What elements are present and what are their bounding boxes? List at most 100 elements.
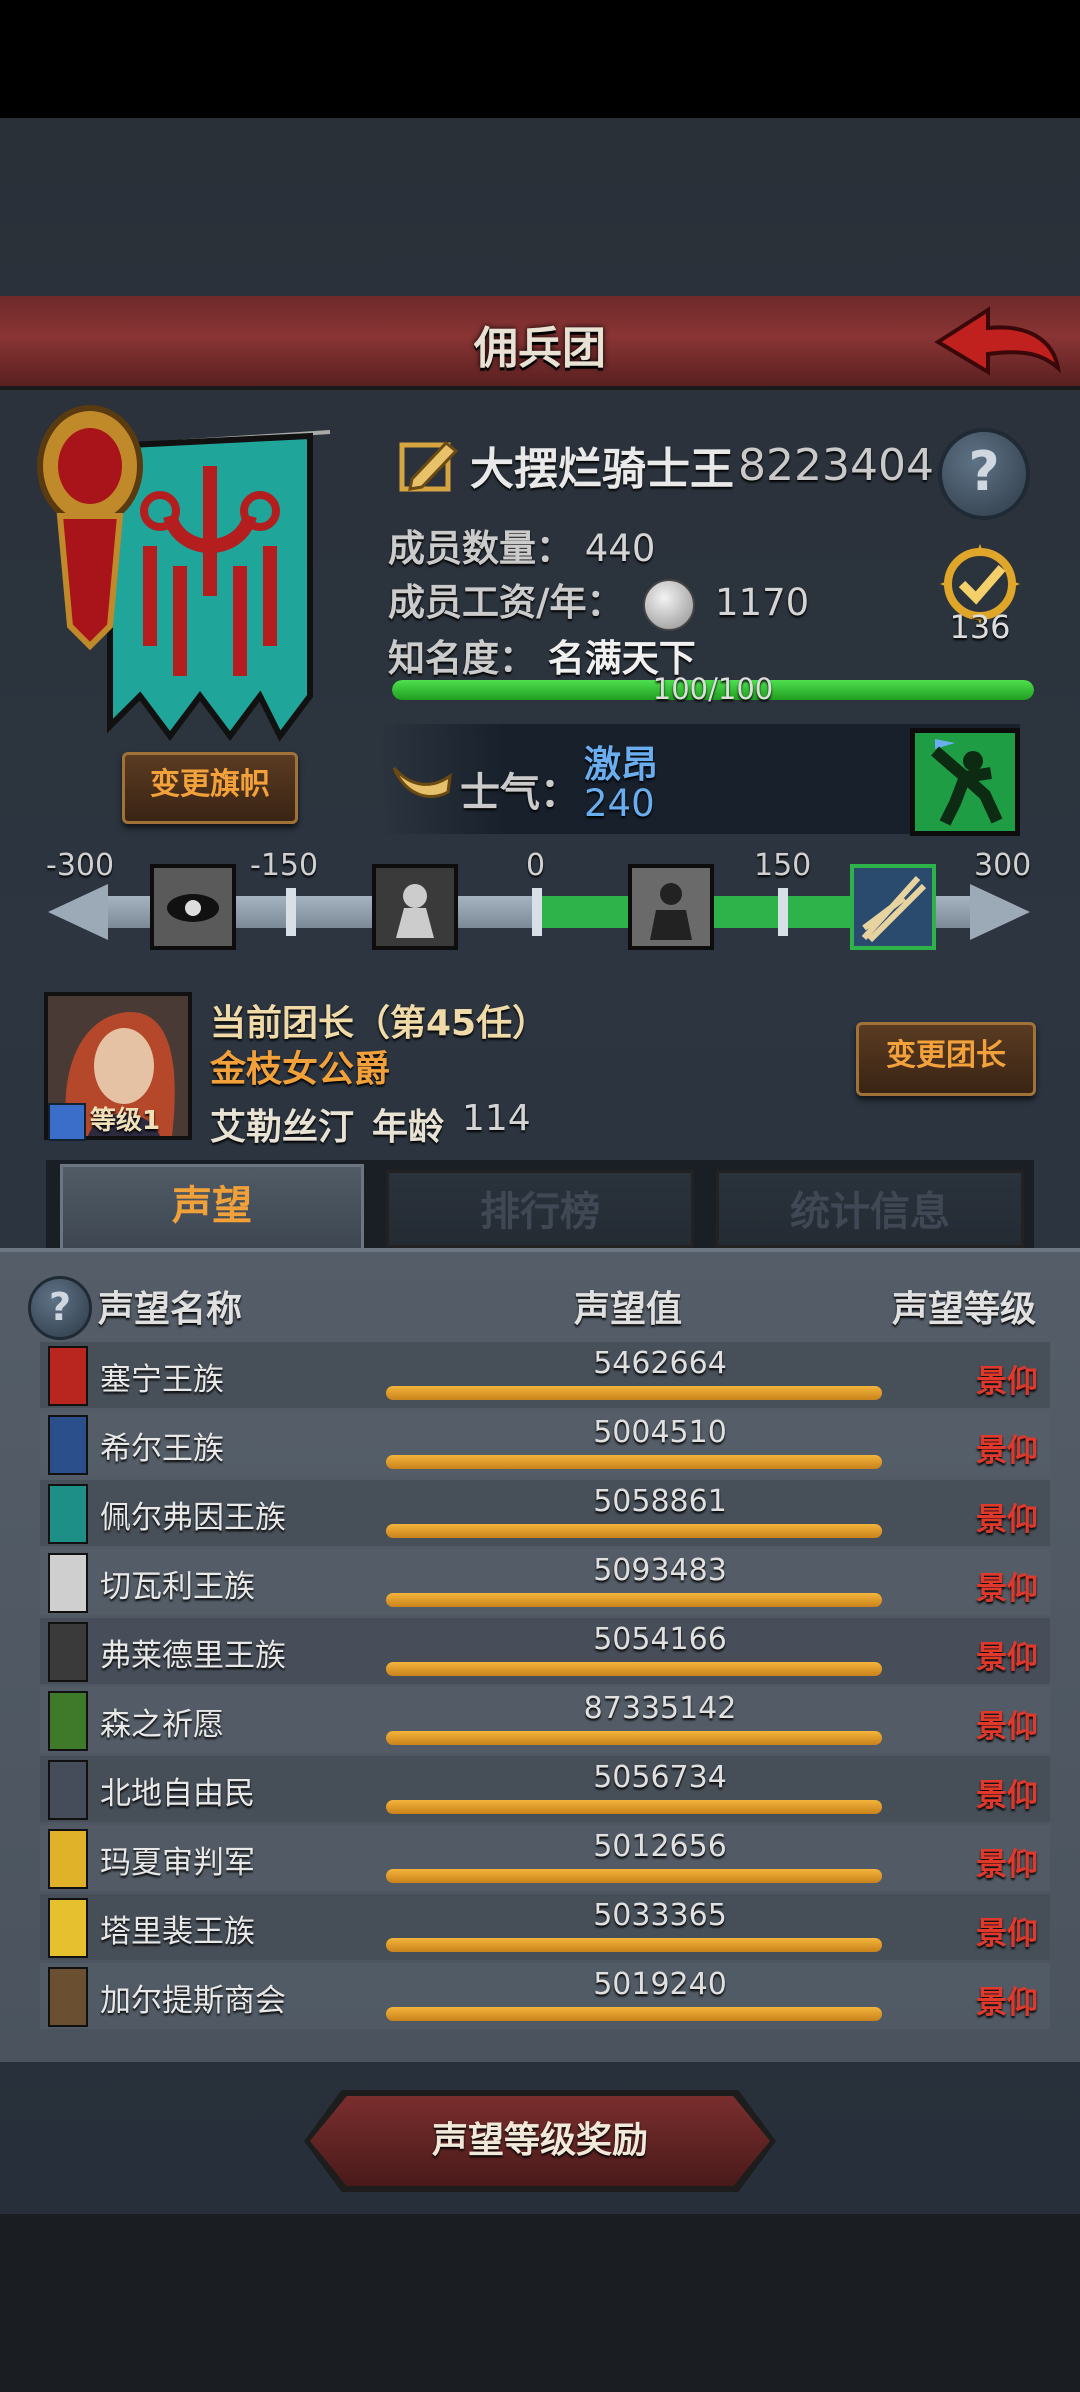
leader-level: 等级1 (48, 1100, 160, 1141)
reputation-level: 景仰 (976, 1916, 1038, 1952)
table-row[interactable]: 塞宁王族 5462664 景仰 (40, 1342, 1050, 1408)
scale-tick-label: 150 (754, 848, 812, 883)
table-row[interactable]: 森之祈愿 87335142 景仰 (40, 1687, 1050, 1753)
help-button[interactable]: ? (938, 428, 1030, 520)
faction-crest-icon (48, 1484, 88, 1544)
faction-name: 切瓦利王族 (100, 1569, 255, 1605)
morale-status-icon[interactable] (910, 728, 1020, 836)
edit-icon[interactable] (398, 437, 460, 493)
table-row[interactable]: 北地自由民 5056734 景仰 (40, 1756, 1050, 1822)
reputation-level: 景仰 (976, 1640, 1038, 1676)
reputation-bar (386, 1869, 882, 1883)
tab-reputation[interactable]: 声望 (60, 1164, 364, 1250)
company-banner[interactable] (30, 396, 350, 756)
faction-name: 希尔王族 (100, 1431, 224, 1467)
calm-icon (632, 868, 710, 946)
leader-rank: 金枝女公爵 (210, 1049, 391, 1090)
faction-name: 佩尔弗因王族 (100, 1500, 286, 1536)
faction-crest-icon (48, 1898, 88, 1958)
faction-crest-icon (48, 1553, 88, 1613)
table-row[interactable]: 塔里裴王族 5033365 景仰 (40, 1894, 1050, 1960)
scale-mark (532, 888, 542, 936)
despair-icon (376, 868, 454, 946)
scale-tick-label: -300 (46, 848, 115, 883)
reputation-bar (386, 1800, 882, 1814)
faction-crest-icon (48, 1760, 88, 1820)
faction-name: 弗莱德里王族 (100, 1638, 286, 1674)
morale-calm-icon[interactable] (628, 864, 714, 950)
faction-crest-icon (48, 1622, 88, 1682)
morale-label: 士气： (460, 770, 580, 816)
faction-name: 加尔提斯商会 (100, 1983, 286, 2019)
pen-icon (48, 1102, 86, 1141)
scale-active-segment (540, 896, 890, 928)
table-row[interactable]: 弗莱德里王族 5054166 景仰 (40, 1618, 1050, 1684)
reputation-bar (386, 1731, 882, 1745)
reputation-value: 5004510 (593, 1415, 727, 1450)
header-name: 声望名称 (98, 1289, 243, 1330)
bottom-area (0, 2214, 1080, 2392)
reputation-level: 景仰 (976, 1847, 1038, 1883)
faction-name: 塔里裴王族 (100, 1914, 255, 1950)
reputation-bar (386, 1662, 882, 1676)
reputation-level: 景仰 (976, 1502, 1038, 1538)
faction-crest-icon (48, 1829, 88, 1889)
table-row[interactable]: 玛夏审判军 5012656 景仰 (40, 1825, 1050, 1891)
charging-soldier-icon (931, 739, 1003, 826)
reputation-bar (386, 2007, 882, 2021)
reputation-level: 景仰 (976, 1985, 1038, 2021)
scale-left-arrow (48, 884, 108, 940)
members-value: 440 (584, 527, 656, 570)
scale-tick-label: -150 (250, 848, 319, 883)
reputation-level: 景仰 (976, 1571, 1038, 1607)
eye-icon (154, 868, 232, 946)
leader-age-label: 年龄 (372, 1107, 445, 1148)
reputation-bar (386, 1524, 882, 1538)
faction-crest-icon (48, 1346, 88, 1406)
table-row[interactable]: 切瓦利王族 5093483 景仰 (40, 1549, 1050, 1615)
reputation-level: 景仰 (976, 1364, 1038, 1400)
reputation-value: 5462664 (593, 1346, 727, 1381)
reputation-value: 5058861 (593, 1484, 727, 1519)
leader-title: 当前团长（第45任） (210, 1003, 549, 1044)
spears-icon (854, 868, 932, 946)
reputation-help-button[interactable]: ? (28, 1276, 92, 1340)
reputation-bar (386, 1386, 882, 1400)
salary-label: 成员工资/年： (388, 581, 624, 624)
scale-tick-label: 300 (974, 848, 1032, 883)
horn-icon (392, 766, 452, 798)
members-label: 成员数量： (388, 527, 573, 570)
table-row[interactable]: 加尔提斯商会 5019240 景仰 (40, 1963, 1050, 2029)
reputation-value: 5056734 (593, 1760, 727, 1795)
company-id: 8223404 (738, 439, 934, 491)
faction-crest-icon (48, 1415, 88, 1475)
reputation-level: 景仰 (976, 1709, 1038, 1745)
back-button[interactable] (928, 302, 1068, 382)
tab-statistics[interactable]: 统计信息 (716, 1170, 1024, 1248)
reputation-value: 5054166 (593, 1622, 727, 1657)
reputation-value: 5033365 (593, 1898, 727, 1933)
change-leader-button[interactable]: 变更团长 (856, 1022, 1036, 1096)
morale-despair-icon[interactable] (372, 864, 458, 950)
reputation-level: 景仰 (976, 1433, 1038, 1469)
faction-name: 玛夏审判军 (100, 1845, 255, 1881)
scale-mark (778, 888, 788, 936)
scale-right-arrow (970, 884, 1030, 940)
reputation-value: 5012656 (593, 1829, 727, 1864)
reputation-level: 景仰 (976, 1778, 1038, 1814)
table-row[interactable]: 佩尔弗因王族 5058861 景仰 (40, 1480, 1050, 1546)
reputation-reward-button[interactable]: 声望等级奖励 (310, 2096, 770, 2186)
change-flag-button[interactable]: 变更旗帜 (122, 752, 298, 824)
members-row: 成员数量： 440 (388, 518, 655, 572)
morale-high-icon[interactable] (850, 864, 936, 950)
table-row[interactable]: 希尔王族 5004510 景仰 (40, 1411, 1050, 1477)
tab-ranking[interactable]: 排行榜 (386, 1170, 694, 1248)
reputation-bar (386, 1455, 882, 1469)
reputation-bar (386, 1593, 882, 1607)
faction-name: 塞宁王族 (100, 1362, 224, 1398)
faction-name: 森之祈愿 (100, 1707, 224, 1743)
morale-eye-icon[interactable] (150, 864, 236, 950)
header-value: 声望值 (574, 1289, 683, 1330)
silver-coin-icon (643, 578, 696, 631)
faction-crest-icon (48, 1691, 88, 1751)
